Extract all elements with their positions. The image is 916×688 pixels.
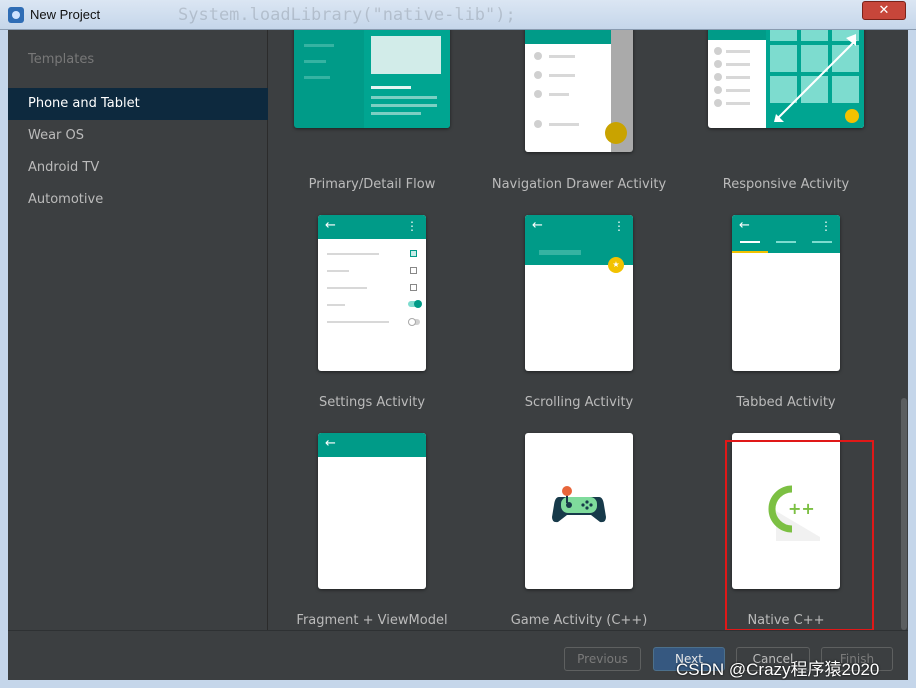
list-dot: [714, 86, 722, 94]
setting-line: [327, 304, 345, 306]
settings-appbar: ← ⋮: [318, 215, 426, 239]
window-frame-right: [908, 30, 916, 688]
drawer-header: [525, 30, 611, 44]
back-arrow-icon: ←: [532, 218, 543, 233]
setting-line: [327, 270, 349, 272]
responsive-header: [708, 30, 766, 40]
back-arrow-icon: ←: [739, 218, 750, 233]
setting-line: [327, 321, 389, 323]
responsive-preview: [708, 30, 864, 128]
android-studio-icon: [8, 7, 24, 23]
tabbed-preview: ← ⋮: [732, 215, 840, 371]
fragment-viewmodel-preview: ←: [318, 433, 426, 589]
selection-highlight-box: [725, 440, 874, 631]
templates-sidebar: Templates Phone and Tablet Wear OS Andro…: [8, 30, 268, 630]
template-label: Tabbed Activity: [736, 395, 836, 410]
drawer-line: [549, 74, 575, 77]
setting-line: [327, 253, 379, 255]
list-line: [304, 60, 326, 63]
grid-expand-graphic: [766, 30, 864, 128]
drawer-line: [549, 123, 579, 126]
list-line: [726, 50, 750, 53]
fab-icon: [605, 122, 627, 144]
drawer-item-dot: [534, 90, 542, 98]
window-frame-left: [0, 30, 8, 688]
template-label: Scrolling Activity: [524, 395, 634, 410]
watermark-text: CSDN @Crazy程序猿2020: [676, 660, 880, 679]
overflow-menu-icon: ⋮: [406, 219, 418, 233]
previous-button[interactable]: Previous: [564, 647, 641, 671]
window-frame-bottom: [0, 680, 916, 688]
drawer-item-dot: [534, 52, 542, 60]
sidebar-item-android-tv[interactable]: Android TV: [8, 152, 268, 184]
background-code-text: System.loadLibrary("native-lib");: [178, 5, 516, 25]
toggle-knob: [408, 318, 416, 326]
list-dot: [714, 47, 722, 55]
list-dot: [714, 99, 722, 107]
title-placeholder: [539, 250, 581, 255]
window-title: New Project: [30, 7, 101, 22]
list-line: [726, 89, 750, 92]
template-label: Fragment + ViewModel: [296, 613, 448, 628]
scrolling-preview: ← ⋮ ★: [525, 215, 633, 371]
list-line: [304, 76, 330, 79]
detail-image: [371, 36, 441, 74]
settings-preview: ← ⋮: [318, 215, 426, 371]
list-line: [726, 102, 750, 105]
close-button[interactable]: ✕: [862, 1, 906, 20]
primary-detail-preview: [294, 30, 450, 128]
setting-line: [327, 287, 367, 289]
back-arrow-icon: ←: [325, 218, 336, 233]
list-dot: [714, 73, 722, 81]
overflow-menu-icon: ⋮: [820, 219, 832, 233]
template-label: Responsive Activity: [722, 177, 850, 192]
template-label: Settings Activity: [318, 395, 426, 410]
title-bar: New Project System.loadLibrary("native-l…: [0, 0, 916, 30]
templates-heading: Templates: [28, 52, 95, 67]
template-label: Navigation Drawer Activity: [491, 177, 667, 192]
checkbox-icon: [410, 267, 417, 274]
navigation-drawer-preview: [525, 30, 633, 152]
list-dot: [714, 60, 722, 68]
overflow-menu-icon: ⋮: [613, 219, 625, 233]
game-activity-preview: [525, 433, 633, 589]
gamepad-icon: [552, 486, 606, 523]
list-line: [304, 44, 334, 47]
detail-line: [371, 96, 437, 99]
tab-line: [812, 241, 832, 243]
drawer-item-dot: [534, 71, 542, 79]
drawer-line: [549, 55, 575, 58]
checkbox-checked-icon: [410, 250, 417, 257]
sidebar-item-wear-os[interactable]: Wear OS: [8, 120, 268, 152]
toggle-knob: [414, 300, 422, 308]
tab-line: [776, 241, 796, 243]
tab-indicator: [732, 251, 768, 253]
template-label: Primary/Detail Flow: [308, 177, 436, 192]
template-label: Game Activity (C++): [510, 613, 648, 628]
sidebar-item-phone-and-tablet[interactable]: Phone and Tablet: [8, 88, 268, 120]
tab-line: [740, 241, 760, 243]
vertical-scrollbar[interactable]: [899, 30, 908, 630]
detail-line: [371, 104, 437, 107]
list-line: [726, 63, 750, 66]
fragment-appbar: ←: [318, 433, 426, 457]
list-line: [726, 76, 750, 79]
sidebar-item-automotive[interactable]: Automotive: [8, 184, 268, 216]
detail-line: [371, 112, 421, 115]
back-arrow-icon: ←: [325, 436, 336, 451]
drawer-line: [549, 93, 569, 96]
drawer-item-dot: [534, 120, 542, 128]
star-fab-icon: ★: [608, 257, 624, 273]
tabbed-appbar: ← ⋮: [732, 215, 840, 253]
checkbox-icon: [410, 284, 417, 291]
scrollbar-thumb[interactable]: [901, 398, 907, 630]
detail-line: [371, 86, 411, 89]
